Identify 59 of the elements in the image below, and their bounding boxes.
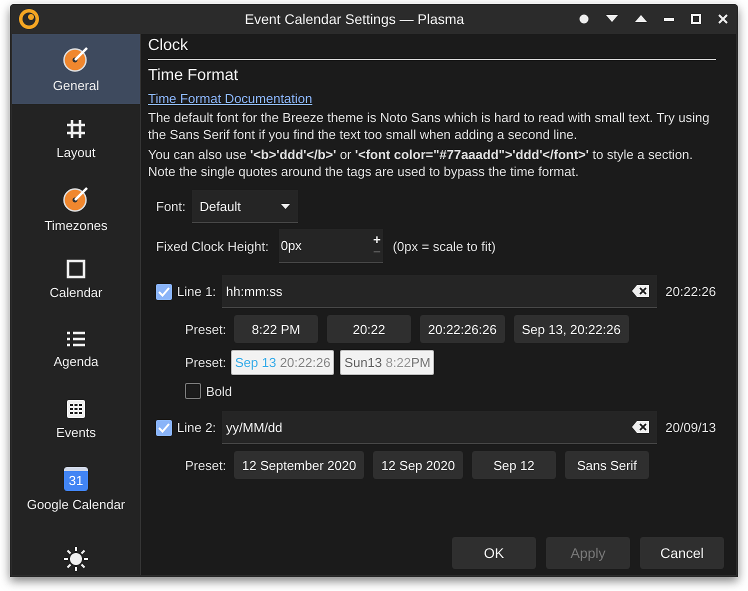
preset-button[interactable]: Sans Serif — [564, 451, 649, 479]
format-input[interactable]: hh:mm:ss — [222, 275, 658, 308]
documentation-link[interactable]: Time Format Documentation — [148, 91, 312, 106]
line-checkbox[interactable]: Line 1: — [156, 284, 216, 300]
field-label: Font: — [156, 199, 186, 214]
square-icon — [66, 258, 86, 278]
preset-button[interactable]: 20:22 — [327, 315, 411, 343]
checkmark-icon — [158, 422, 170, 432]
sidebar-item[interactable]: Layout — [12, 104, 140, 174]
preset-button[interactable]: 8:22 PM — [234, 315, 318, 343]
bold-checkbox[interactable]: Bold — [185, 383, 232, 399]
table-icon — [66, 398, 86, 418]
sidebar-item[interactable]: Agenda — [12, 314, 140, 384]
clear-icon[interactable] — [632, 285, 650, 297]
dot-icon[interactable] — [579, 14, 589, 24]
format-input[interactable]: yy/MM/dd — [222, 411, 658, 444]
preset-button[interactable]: Sun13 8:22PM — [340, 350, 434, 375]
spin-box[interactable]: 0px + − — [278, 229, 383, 263]
help-text: The default font for the Breeze theme is Noto Sans which is hard to read with small text. Try using the Sans Serif font if you find the text too small when adding a second line. — [148, 109, 710, 143]
grid-icon — [66, 118, 86, 138]
preview-text: 20/09/13 — [665, 420, 716, 435]
help-text: You can also use '<b>'ddd'</b>' or '<font color="#77aaadd">'ddd'</font>' to style a section. Note the single quotes around the tags are used to bypass the time format. — [148, 146, 694, 180]
section-heading: Time Format — [148, 67, 240, 85]
caret-down-icon[interactable] — [606, 15, 618, 23]
sidebar-item[interactable]: 31 Google Calendar — [12, 454, 140, 524]
sun-icon — [64, 547, 88, 571]
app-logo-icon — [18, 8, 40, 30]
calendar-icon: 31 — [64, 466, 88, 490]
caret-up-icon[interactable] — [635, 15, 647, 23]
clock-icon — [63, 46, 89, 72]
preset-button[interactable]: Sep 13, 20:22:26 — [514, 315, 629, 343]
preset-button[interactable]: Sep 12 — [472, 451, 556, 479]
sidebar-item[interactable]: General — [12, 34, 140, 104]
preset-button[interactable]: 12 Sep 2020 — [373, 451, 463, 479]
preset-button[interactable]: 20:22:26:26 — [420, 315, 505, 343]
preview-text: 20:22:26 — [665, 284, 716, 299]
field-label: Fixed Clock Height: — [156, 238, 269, 254]
close-icon[interactable] — [718, 14, 728, 24]
hint-text: (0px = scale to fit) — [392, 238, 496, 254]
preset-label: Preset: — [185, 458, 225, 472]
line-checkbox[interactable]: Line 2: — [156, 420, 216, 436]
preset-button[interactable]: 12 September 2020 — [234, 451, 364, 479]
dialog-button[interactable]: Cancel — [640, 537, 724, 569]
caret-down-icon — [280, 204, 290, 208]
window-title: Event Calendar Settings — Plasma — [244, 11, 466, 27]
sidebar-item[interactable]: Events — [12, 384, 140, 454]
preset-label: Preset: — [185, 322, 225, 336]
preset-label: Preset: — [185, 355, 225, 370]
list-icon — [66, 330, 86, 348]
dialog-button[interactable]: OK — [452, 537, 536, 569]
sidebar-item[interactable]: Timezones — [12, 174, 140, 244]
minimize-icon[interactable] — [664, 18, 674, 20]
page-heading: Clock — [148, 34, 716, 60]
checkmark-icon — [158, 286, 170, 296]
font-dropdown[interactable]: Default — [192, 190, 298, 223]
maximize-icon[interactable] — [691, 14, 701, 24]
sidebar-item[interactable]: Calendar — [12, 244, 140, 314]
clear-icon[interactable] — [632, 421, 650, 433]
clock-icon — [63, 186, 89, 212]
